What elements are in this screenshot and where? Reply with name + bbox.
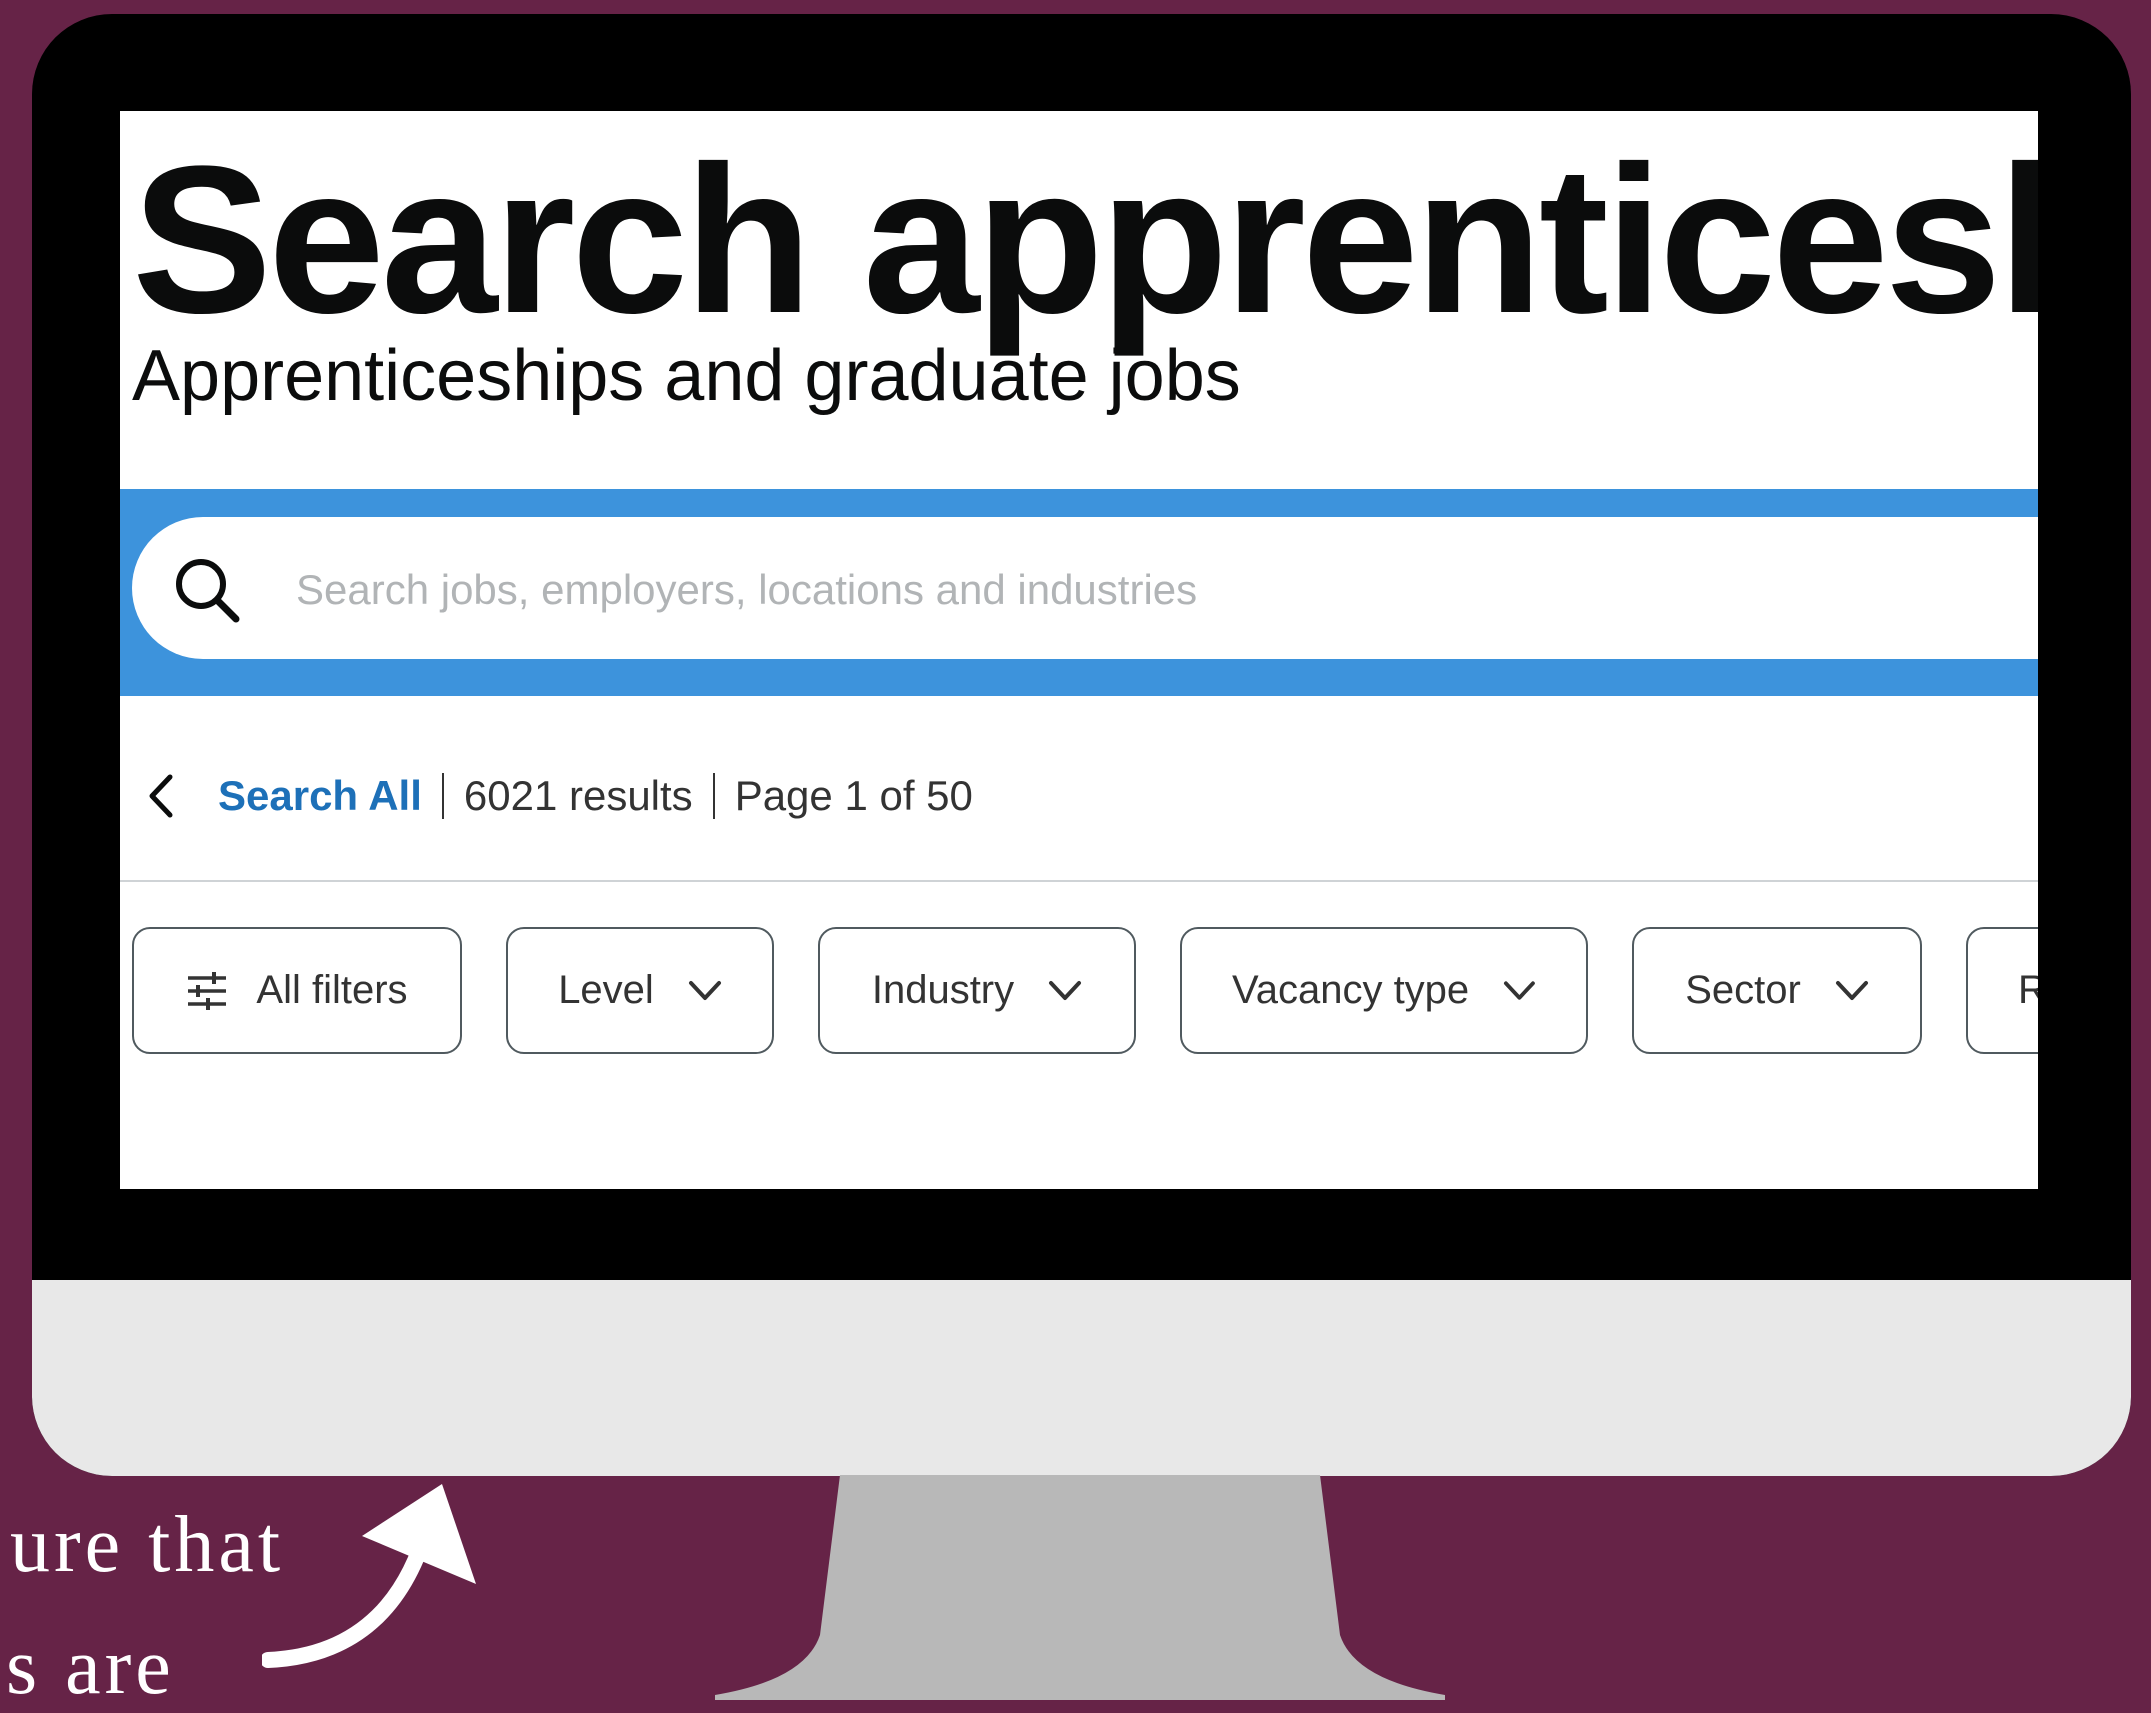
chevron-down-icon [688,980,721,1000]
page-subtitle: Apprenticeships and graduate jobs [132,336,1241,416]
industry-filter-label: Industry [871,968,1015,1012]
search-icon [176,559,240,623]
search-input[interactable] [294,547,1948,633]
monitor-chin [32,1280,2131,1476]
separator [441,773,444,819]
chevron-down-icon [1835,980,1868,1000]
industry-filter-button[interactable]: Industry [818,927,1136,1054]
sector-filter-label: Sector [1685,968,1801,1012]
partial-filter-label: R [2018,968,2038,1012]
pagination-status: Page 1 of 50 [734,772,973,819]
monitor-stand [715,1475,1445,1700]
search-band [120,489,2038,696]
caption-line-1: ure that [10,1501,285,1589]
chevron-down-icon [1049,980,1082,1000]
level-filter-label: Level [558,968,654,1012]
level-filter-button[interactable]: Level [506,927,774,1054]
sector-filter-button[interactable]: Sector [1632,927,1922,1054]
results-bar: Search All 6021 results Page 1 of 50 [144,761,973,831]
vacancy-type-filter-button[interactable]: Vacancy type [1180,927,1588,1054]
page-title: Search apprenticeship [132,122,2038,357]
results-count: 6021 results [463,772,693,819]
search-box[interactable] [132,517,2038,659]
chevron-left-icon[interactable] [144,773,178,819]
filters-row: All filters Level Industry Vacancy type … [132,927,2038,1054]
divider [120,880,2038,882]
all-filters-label: All filters [256,968,408,1012]
browser-viewport: Search apprenticeship Apprenticeships an… [120,111,2038,1189]
curved-arrow-icon [262,1484,476,1668]
chevron-down-icon [1504,980,1536,1000]
partial-filter-button[interactable]: R [1966,927,2038,1054]
search-all-link[interactable]: Search All [218,772,422,820]
all-filters-button[interactable]: All filters [132,927,462,1054]
sliders-icon [188,971,227,1010]
caption-line-2: s are [6,1623,175,1711]
vacancy-type-filter-label: Vacancy type [1232,968,1470,1012]
separator [712,773,715,819]
